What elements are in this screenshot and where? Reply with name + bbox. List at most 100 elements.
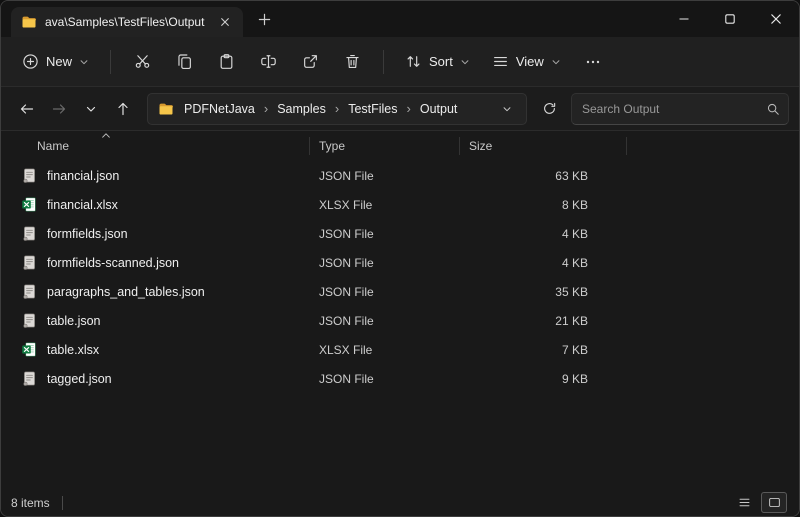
folder-icon xyxy=(158,101,174,117)
file-name: formfields-scanned.json xyxy=(47,256,179,270)
file-type: JSON File xyxy=(309,314,459,328)
file-row[interactable]: tagged.json JSON File 9 KB xyxy=(1,364,799,393)
ellipsis-icon xyxy=(585,54,601,70)
address-bar[interactable]: PDFNetJava › Samples › TestFiles › Outpu… xyxy=(147,93,527,125)
refresh-button[interactable] xyxy=(533,93,565,125)
chevron-down-icon xyxy=(460,57,470,67)
column-header-type[interactable]: Type xyxy=(309,139,459,153)
file-row[interactable]: financial.xlsx XLSX File 8 KB xyxy=(1,190,799,219)
file-type: JSON File xyxy=(309,227,459,241)
file-type-icon xyxy=(21,341,38,358)
json-file-icon xyxy=(21,312,38,329)
column-header-size[interactable]: Size xyxy=(459,139,626,153)
file-size: 4 KB xyxy=(459,256,626,270)
file-size: 4 KB xyxy=(459,227,626,241)
file-type: JSON File xyxy=(309,169,459,183)
view-button[interactable]: View xyxy=(483,45,570,79)
search-icon xyxy=(766,102,780,116)
file-size: 35 KB xyxy=(459,285,626,299)
file-row[interactable]: formfields.json JSON File 4 KB xyxy=(1,219,799,248)
toolbar-separator xyxy=(383,50,384,74)
minimize-button[interactable] xyxy=(661,1,707,37)
column-divider[interactable] xyxy=(309,137,310,155)
navigation-bar: PDFNetJava › Samples › TestFiles › Outpu… xyxy=(1,87,799,131)
json-file-icon xyxy=(21,167,38,184)
file-type: XLSX File xyxy=(309,343,459,357)
search-box xyxy=(571,93,789,125)
trash-icon xyxy=(344,53,361,70)
breadcrumb-item[interactable]: Output xyxy=(414,100,464,118)
file-row[interactable]: paragraphs_and_tables.json JSON File 35 … xyxy=(1,277,799,306)
breadcrumb-item[interactable]: PDFNetJava xyxy=(178,100,261,118)
copy-button[interactable] xyxy=(165,45,203,79)
more-options-button[interactable] xyxy=(574,45,612,79)
xlsx-file-icon xyxy=(21,196,38,213)
recent-locations-button[interactable] xyxy=(75,93,107,125)
delete-button[interactable] xyxy=(333,45,371,79)
rename-icon xyxy=(260,53,277,70)
file-name: tagged.json xyxy=(47,372,112,386)
file-size: 63 KB xyxy=(459,169,626,183)
column-divider[interactable] xyxy=(459,137,460,155)
file-name: table.json xyxy=(47,314,101,328)
clipboard-icon xyxy=(218,53,235,70)
file-size: 7 KB xyxy=(459,343,626,357)
explorer-tab[interactable]: ava\Samples\TestFiles\Output xyxy=(11,7,243,37)
xlsx-file-icon xyxy=(21,341,38,358)
file-type: XLSX File xyxy=(309,198,459,212)
sort-arrows-icon xyxy=(405,53,422,70)
plus-circle-icon xyxy=(22,53,39,70)
large-icons-view-toggle[interactable] xyxy=(761,492,787,513)
folder-icon xyxy=(21,14,37,30)
file-name: financial.xlsx xyxy=(47,198,118,212)
new-button[interactable]: New xyxy=(13,45,98,79)
breadcrumb-item[interactable]: TestFiles xyxy=(342,100,403,118)
file-size: 9 KB xyxy=(459,372,626,386)
breadcrumb-item[interactable]: Samples xyxy=(271,100,332,118)
sort-button[interactable]: Sort xyxy=(396,45,479,79)
json-file-icon xyxy=(21,225,38,242)
forward-button[interactable] xyxy=(43,93,75,125)
sort-button-label: Sort xyxy=(429,54,453,69)
new-tab-button[interactable] xyxy=(249,5,279,33)
json-file-icon xyxy=(21,283,38,300)
column-divider[interactable] xyxy=(626,137,627,155)
details-view-toggle[interactable] xyxy=(731,492,757,513)
file-size: 8 KB xyxy=(459,198,626,212)
file-type-icon xyxy=(21,167,38,184)
file-row[interactable]: financial.json JSON File 63 KB xyxy=(1,161,799,190)
file-type-icon xyxy=(21,370,38,387)
tab-close-icon[interactable] xyxy=(215,12,235,32)
maximize-button[interactable] xyxy=(707,1,753,37)
share-icon xyxy=(302,53,319,70)
file-row[interactable]: table.json JSON File 21 KB xyxy=(1,306,799,335)
file-row[interactable]: table.xlsx XLSX File 7 KB xyxy=(1,335,799,364)
up-button[interactable] xyxy=(107,93,139,125)
rename-button[interactable] xyxy=(249,45,287,79)
column-header-name[interactable]: Name xyxy=(1,139,309,153)
file-list: financial.json JSON File 63 KB financ xyxy=(1,161,799,393)
file-type-icon xyxy=(21,312,38,329)
breadcrumb: PDFNetJava › Samples › TestFiles › Outpu… xyxy=(178,100,492,118)
toolbar-separator xyxy=(110,50,111,74)
paste-button[interactable] xyxy=(207,45,245,79)
search-input[interactable] xyxy=(582,102,766,116)
back-button[interactable] xyxy=(11,93,43,125)
share-button[interactable] xyxy=(291,45,329,79)
file-type-icon xyxy=(21,225,38,242)
file-type: JSON File xyxy=(309,285,459,299)
window-controls xyxy=(661,1,799,37)
breadcrumb-separator: › xyxy=(406,101,412,116)
file-type-icon xyxy=(21,254,38,271)
address-dropdown-icon[interactable] xyxy=(496,98,518,120)
titlebar: ava\Samples\TestFiles\Output xyxy=(1,1,799,37)
close-button[interactable] xyxy=(753,1,799,37)
file-type-icon xyxy=(21,196,38,213)
sort-ascending-icon xyxy=(101,132,111,139)
view-toggles xyxy=(731,492,789,513)
copy-icon xyxy=(176,53,193,70)
cut-button[interactable] xyxy=(123,45,161,79)
json-file-icon xyxy=(21,254,38,271)
file-explorer-window: ava\Samples\TestFiles\Output New xyxy=(0,0,800,517)
file-row[interactable]: formfields-scanned.json JSON File 4 KB xyxy=(1,248,799,277)
